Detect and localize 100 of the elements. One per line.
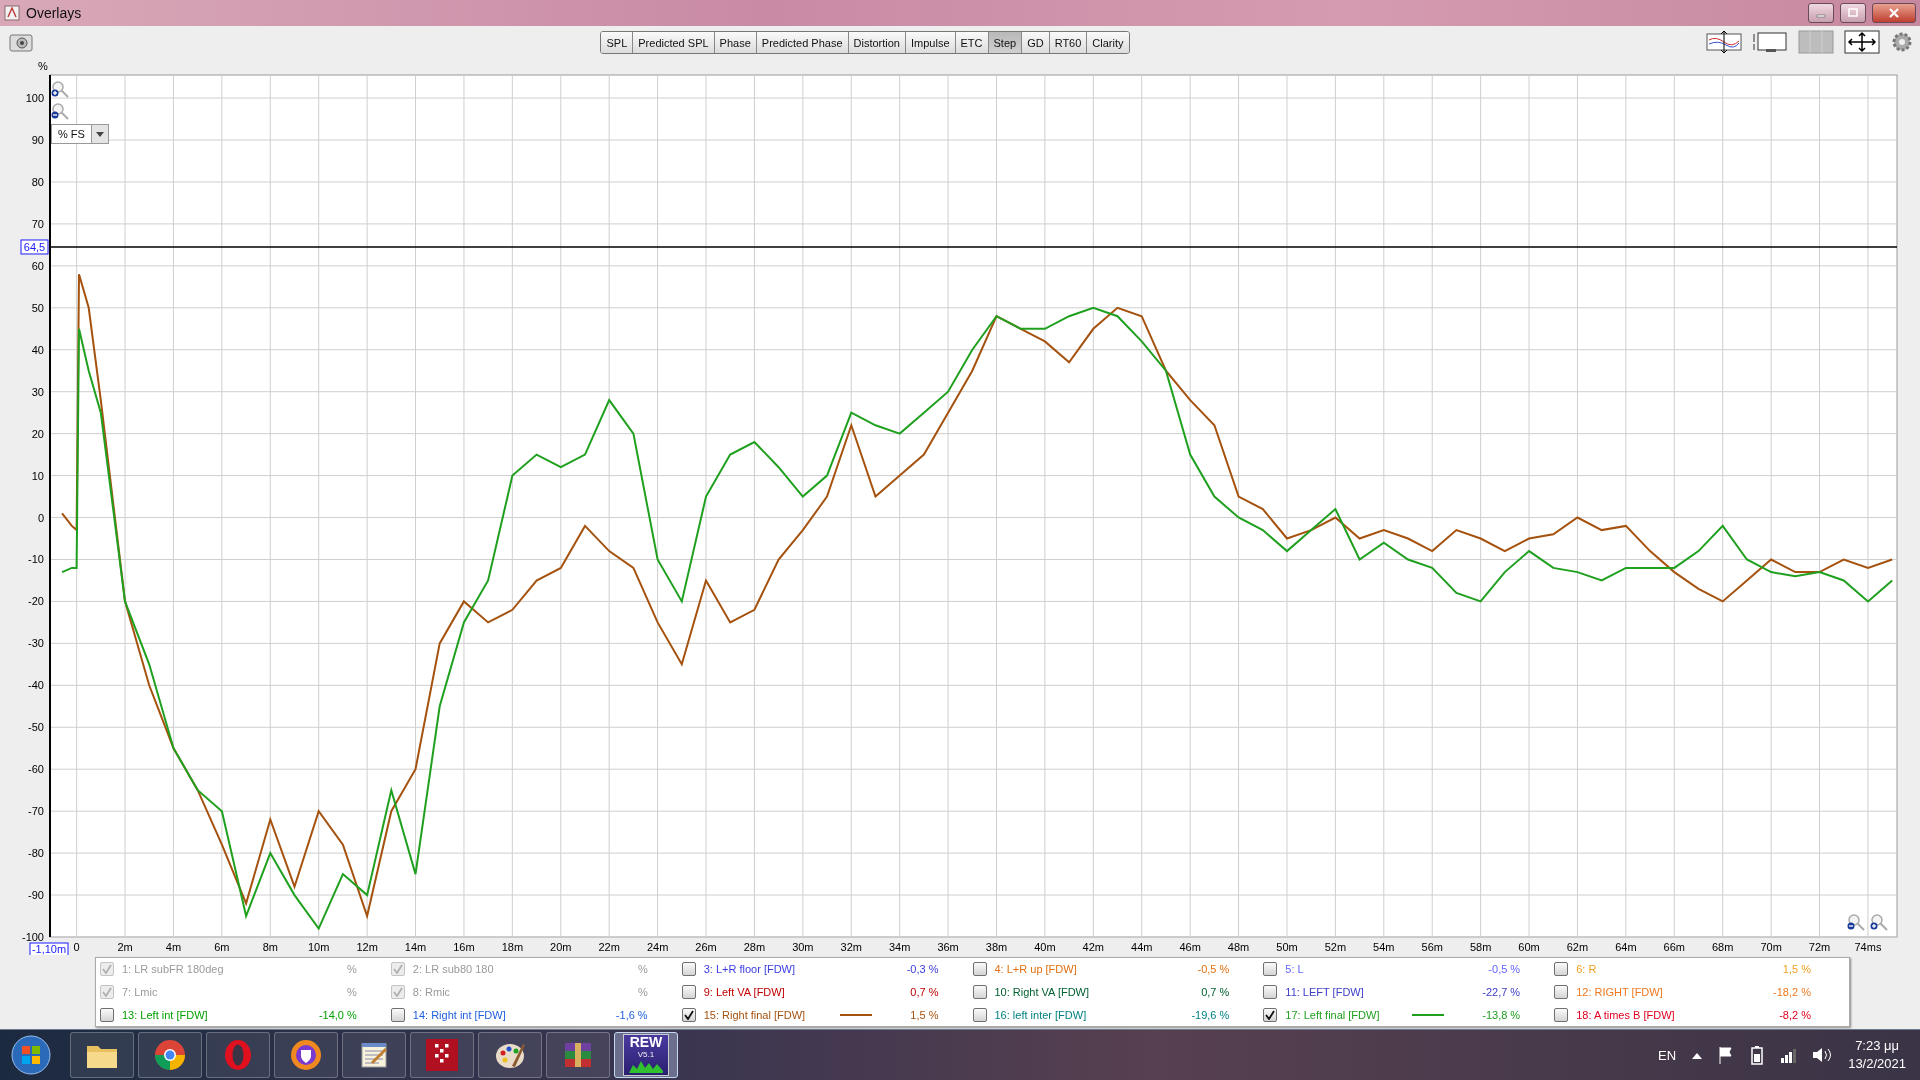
x-tick-label: 60m — [1518, 941, 1540, 953]
expand-arrows-button[interactable] — [1844, 29, 1880, 55]
graph-tab[interactable]: Impulse — [906, 32, 956, 53]
checkbox[interactable] — [681, 1007, 696, 1022]
x-tick-label: 68m — [1712, 941, 1734, 953]
y-tick-label: -30 — [28, 637, 44, 650]
clock[interactable]: 7:23 μμ 13/2/2021 — [1848, 1037, 1906, 1073]
y-tick-label: 100 — [25, 92, 44, 105]
measurement-value: 1,5 % — [1782, 963, 1811, 976]
measurement-label: 4: L+R up [FDW] — [994, 963, 1078, 976]
line-sample — [1412, 1013, 1445, 1016]
measurement-label: 12: RIGHT [FDW] — [1576, 986, 1664, 998]
graph-tab[interactable]: Distortion — [848, 32, 906, 53]
x-tick-label: 22m — [598, 941, 620, 953]
x-tick-label: 16m — [453, 941, 475, 953]
graph-tab[interactable]: Step — [988, 32, 1023, 53]
graph-tab[interactable]: Phase — [714, 32, 757, 53]
y-tick-label: 0 — [37, 511, 44, 524]
signal-icon[interactable] — [1780, 1047, 1797, 1063]
x-tick-label: 66m — [1663, 941, 1685, 953]
checkbox[interactable] — [390, 1007, 405, 1022]
checkbox[interactable] — [681, 962, 696, 977]
measurement-label: 17: Left final [FDW] — [1285, 1008, 1381, 1021]
measurement-value: 0,7 % — [1201, 986, 1230, 998]
graph-tab[interactable]: Predicted SPL — [633, 32, 715, 53]
graph-tab[interactable]: ETC — [955, 32, 989, 53]
taskbar-app-button[interactable]: REW V5.1 — [614, 1032, 678, 1078]
flag-icon[interactable] — [1718, 1046, 1735, 1064]
x-tick-label: 28m — [743, 941, 766, 953]
x-tick-label: 70m — [1760, 941, 1782, 953]
zoom-out-icon — [51, 102, 69, 120]
graph-tab[interactable]: GD — [1022, 32, 1050, 53]
x-tick-label: 26m — [695, 941, 717, 953]
x-tick-label: 12m — [356, 941, 378, 953]
vertical-zoom-button[interactable] — [1706, 29, 1742, 55]
volume-icon[interactable] — [1812, 1046, 1833, 1064]
measurement-value: % — [637, 963, 648, 976]
zoom-out-button[interactable] — [50, 102, 70, 122]
zoom-out-button[interactable] — [1846, 913, 1866, 933]
checkbox[interactable] — [972, 985, 987, 999]
zoom-in-button[interactable] — [1869, 913, 1889, 933]
y-tick-label: -70 — [28, 805, 44, 818]
x-tick-label: 6m — [214, 941, 230, 953]
battery-icon[interactable] — [1750, 1045, 1765, 1065]
y-tick-label: 40 — [31, 343, 44, 356]
taskbar-app-button[interactable] — [478, 1032, 542, 1078]
checkbox[interactable] — [972, 962, 987, 977]
tray-arrow-icon[interactable] — [1692, 1051, 1703, 1059]
measurement-label: 18: A times B [FDW] — [1576, 1008, 1676, 1021]
measurement-label: 14: Right int [FDW] — [412, 1008, 507, 1021]
checkbox[interactable] — [1554, 985, 1569, 999]
checkbox[interactable] — [1263, 962, 1278, 977]
x-tick-label: 38m — [985, 941, 1008, 953]
notepad-icon — [359, 1040, 389, 1070]
x-tick-label: 34m — [888, 941, 911, 953]
checkbox[interactable] — [1263, 985, 1278, 999]
checkbox[interactable] — [1554, 962, 1569, 977]
minimize-button[interactable] — [1808, 3, 1834, 23]
browser-icon — [154, 1039, 186, 1071]
taskbar-app-button[interactable] — [274, 1032, 338, 1078]
graph-tab[interactable]: SPL — [601, 32, 634, 53]
x-tick-label: 72m — [1808, 941, 1831, 953]
maximize-button[interactable] — [1840, 3, 1866, 23]
checkbox[interactable] — [1263, 1007, 1278, 1022]
language-indicator[interactable]: EN — [1658, 1047, 1677, 1063]
maximize-icon — [1847, 8, 1859, 18]
taskbar-app-button[interactable] — [546, 1032, 610, 1078]
x-tick-label: 18m — [501, 941, 524, 953]
checkbox[interactable] — [972, 1007, 987, 1022]
x-tick-label: 44m — [1131, 941, 1153, 953]
taskbar-app-button[interactable] — [70, 1032, 134, 1078]
graph-tab[interactable]: Predicted Phase — [756, 32, 849, 53]
close-button[interactable] — [1872, 3, 1916, 23]
unit-dropdown[interactable]: % FS — [51, 124, 109, 144]
taskbar-app-button[interactable] — [138, 1032, 202, 1078]
measurement-value: -19,6 % — [1191, 1008, 1230, 1021]
measurement-value: 1,5 % — [910, 1008, 939, 1021]
measurement-value: % — [347, 986, 357, 998]
unit-value: % FS — [57, 128, 86, 140]
measurement-value: -14,0 % — [318, 1008, 357, 1021]
checkbox[interactable] — [1554, 1007, 1569, 1022]
zoom-in-button[interactable] — [50, 80, 70, 100]
measurement-label: 11: LEFT [FDW] — [1285, 986, 1365, 998]
y-tick-label: -50 — [28, 721, 44, 734]
measurement-value: % — [637, 986, 648, 998]
checkbox[interactable] — [100, 1007, 114, 1022]
x-tick-label: 64m — [1615, 941, 1637, 953]
y-tick-label: 90 — [31, 134, 44, 146]
measurement-value: -0,3 % — [906, 963, 939, 976]
y-tick-label: -10 — [28, 553, 44, 566]
x-tick-label: 54m — [1373, 941, 1395, 953]
x-tick-label: 24m — [646, 941, 669, 953]
taskbar-app-button[interactable] — [342, 1032, 406, 1078]
graph-tab[interactable]: Clarity — [1087, 32, 1129, 53]
window-fit-button[interactable] — [1752, 29, 1788, 55]
measurement-value: 0,7 % — [910, 986, 939, 998]
graph-tab[interactable]: RT60 — [1049, 32, 1088, 53]
y-tick-label: 80 — [31, 175, 44, 188]
x-tick-label: 48m — [1227, 941, 1250, 953]
checkbox[interactable] — [681, 985, 696, 999]
